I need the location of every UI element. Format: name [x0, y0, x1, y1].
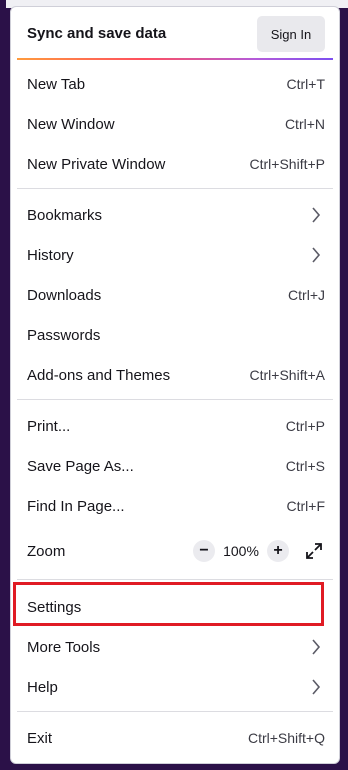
menu-item-label: Help	[27, 678, 58, 696]
menu-item-print[interactable]: Print... Ctrl+P	[11, 406, 339, 446]
menu-item-label: New Tab	[27, 75, 86, 93]
menu-item-find-in-page[interactable]: Find In Page... Ctrl+F	[11, 486, 339, 526]
menu-item-exit[interactable]: Exit Ctrl+Shift+Q	[11, 718, 339, 758]
menu-item-label: Passwords	[27, 326, 101, 344]
zoom-reset-button[interactable]: 100%	[215, 543, 267, 559]
chevron-right-icon	[312, 679, 321, 695]
menu-item-new-window[interactable]: New Window Ctrl+N	[11, 104, 339, 144]
sync-header: Sync and save data Sign In	[11, 7, 339, 59]
menu-item-label: More Tools	[27, 638, 101, 656]
sign-in-button[interactable]: Sign In	[257, 16, 325, 52]
menu-item-downloads[interactable]: Downloads Ctrl+J	[11, 275, 339, 315]
chevron-right-icon	[312, 207, 321, 223]
shortcut-label: Ctrl+Shift+Q	[247, 730, 325, 746]
accent-divider	[17, 58, 333, 60]
app-menu: Sync and save data Sign In New Tab Ctrl+…	[10, 6, 340, 764]
menu-item-label: New Window	[27, 115, 115, 133]
menu-item-label: Exit	[27, 729, 53, 747]
shortcut-label: Ctrl+P	[285, 418, 325, 434]
shortcut-label: Ctrl+J	[288, 287, 325, 303]
zoom-in-button[interactable]: +	[267, 540, 289, 562]
menu-item-more-tools[interactable]: More Tools	[11, 627, 339, 667]
zoom-row: Zoom − 100% +	[11, 531, 339, 571]
menu-item-label: Bookmarks	[27, 206, 103, 224]
menu-item-settings[interactable]: Settings	[11, 587, 339, 627]
shortcut-label: Ctrl+Shift+A	[249, 367, 325, 383]
shortcut-label: Ctrl+F	[286, 498, 326, 514]
fullscreen-icon	[306, 543, 322, 559]
menu-item-label: Print...	[27, 417, 71, 435]
menu-item-label: Find In Page...	[27, 497, 125, 515]
menu-item-label: New Private Window	[27, 155, 166, 173]
chevron-right-icon	[312, 639, 321, 655]
menu-item-new-private-window[interactable]: New Private Window Ctrl+Shift+P	[11, 144, 339, 184]
menu-item-history[interactable]: History	[11, 235, 339, 275]
sync-title: Sync and save data	[27, 25, 167, 42]
zoom-controls: − 100% +	[193, 531, 325, 571]
menu-item-label: Save Page As...	[27, 457, 134, 475]
fullscreen-button[interactable]	[303, 540, 325, 562]
shortcut-label: Ctrl+T	[286, 76, 326, 92]
menu-item-label: History	[27, 246, 74, 264]
menu-item-passwords[interactable]: Passwords	[11, 315, 339, 355]
menu-item-addons-themes[interactable]: Add-ons and Themes Ctrl+Shift+A	[11, 355, 339, 395]
menu-item-label: Settings	[27, 598, 82, 616]
zoom-label: Zoom	[27, 542, 66, 560]
menu-item-save-page-as[interactable]: Save Page As... Ctrl+S	[11, 446, 339, 486]
menu-separator	[17, 711, 333, 712]
menu-item-help[interactable]: Help	[11, 667, 339, 707]
menu-item-new-tab[interactable]: New Tab Ctrl+T	[11, 64, 339, 104]
shortcut-label: Ctrl+S	[285, 458, 325, 474]
menu-item-label: Downloads	[27, 286, 102, 304]
menu-separator	[17, 579, 333, 580]
menu-separator	[17, 399, 333, 400]
chevron-right-icon	[312, 247, 321, 263]
zoom-out-button[interactable]: −	[193, 540, 215, 562]
shortcut-label: Ctrl+N	[284, 116, 325, 132]
menu-item-label: Add-ons and Themes	[27, 366, 171, 384]
menu-separator	[17, 188, 333, 189]
shortcut-label: Ctrl+Shift+P	[249, 156, 325, 172]
menu-item-bookmarks[interactable]: Bookmarks	[11, 195, 339, 235]
